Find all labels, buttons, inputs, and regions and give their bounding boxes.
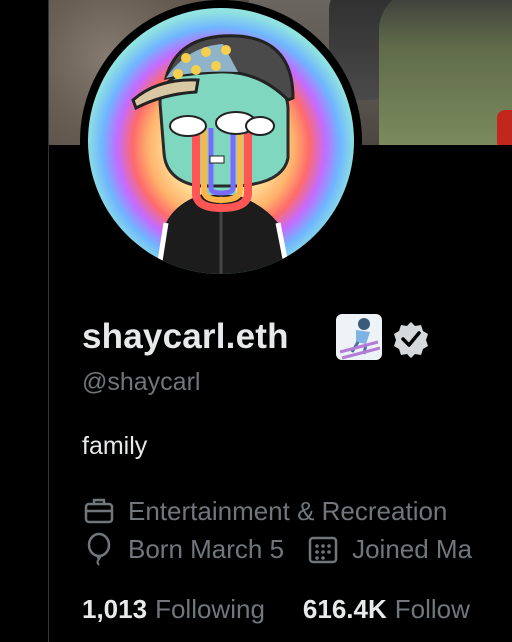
avatar[interactable] <box>88 8 354 274</box>
display-name: shaycarl.eth <box>82 317 289 356</box>
followers-label: Follow <box>394 594 470 624</box>
calendar-icon <box>308 536 338 564</box>
left-rail <box>0 0 49 642</box>
verified-badge-icon[interactable] <box>392 320 430 358</box>
profile-meta-row-1: Entertainment & Recreation <box>82 494 469 528</box>
following-link[interactable]: 1,013 Following <box>82 594 265 625</box>
category-text: Entertainment & Recreation <box>128 495 448 526</box>
joined-item: Joined Ma <box>306 532 472 566</box>
followers-count: 616.4K <box>302 594 387 624</box>
avatar-art <box>131 34 295 274</box>
handle: @shaycarl <box>82 368 201 396</box>
birthday-text: Born March 5 <box>128 533 285 564</box>
following-count: 1,013 <box>82 594 148 624</box>
category-item: Entertainment & Recreation <box>82 494 447 528</box>
following-label: Following <box>155 594 265 624</box>
skier-emoji <box>336 314 382 360</box>
bio: family <box>82 432 148 460</box>
briefcase-icon <box>84 498 114 524</box>
profile-meta-row-2: Born March 5 Joined Ma <box>82 532 494 566</box>
followers-link[interactable]: 616.4K Follow <box>303 594 470 625</box>
joined-text: Joined Ma <box>352 533 473 564</box>
follow-stats: 1,013 Following 616.4K Follow <box>82 594 508 625</box>
profile-page: shaycarl.eth @shaycarl family Entertainm… <box>0 0 512 642</box>
balloon-icon <box>87 532 111 566</box>
birthday-item: Born March 5 <box>82 532 284 566</box>
